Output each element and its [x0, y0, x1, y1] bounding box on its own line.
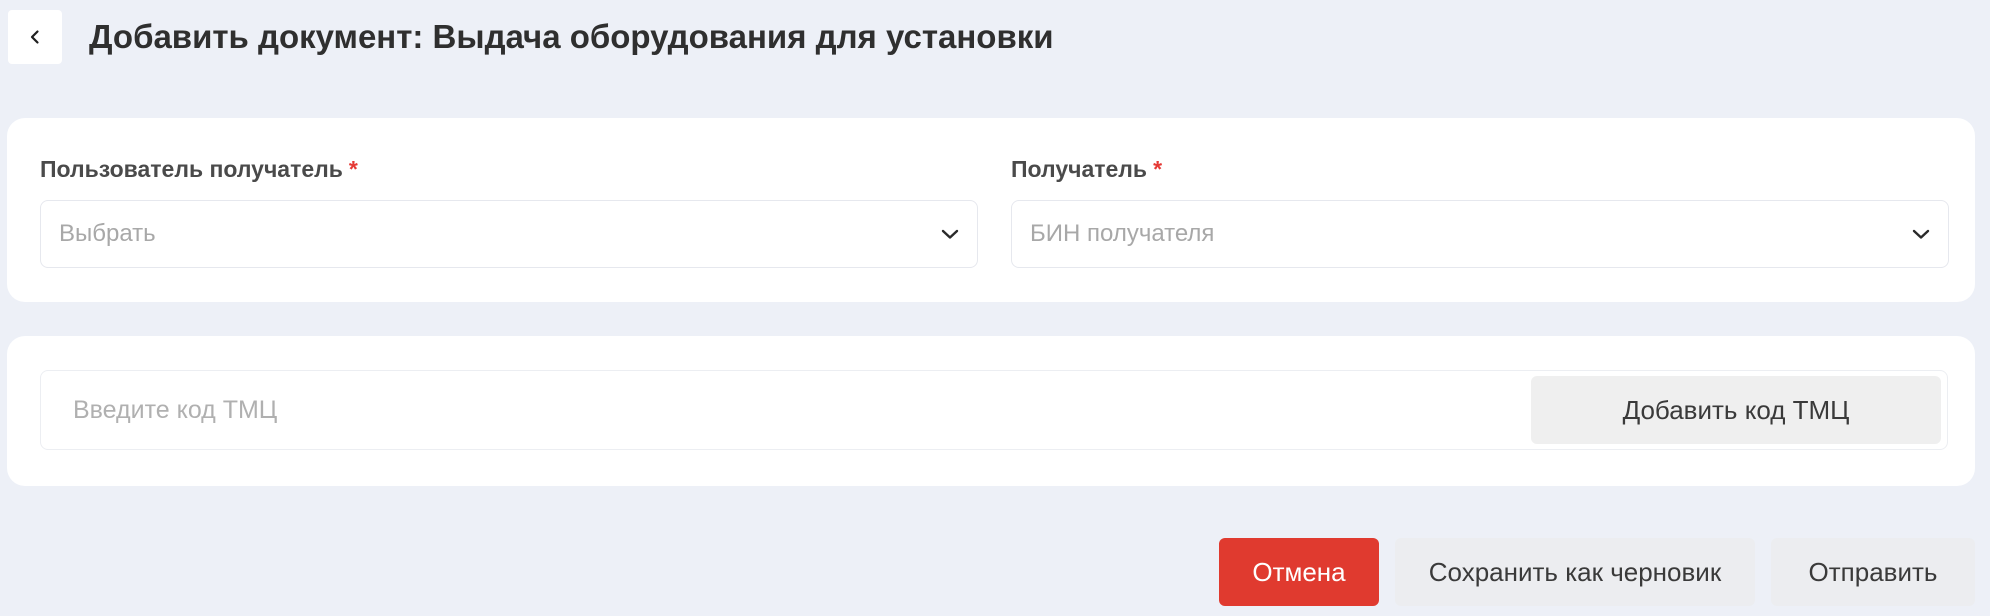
recipient-label-text: Получатель [1011, 156, 1148, 182]
page-title: Добавить документ: Выдача оборудования д… [89, 18, 1054, 55]
add-tmc-code-button[interactable]: Добавить код ТМЦ [1531, 376, 1941, 444]
form-actions: Отмена Сохранить как черновик Отправить [1219, 538, 1975, 606]
chevron-down-icon [1910, 223, 1932, 245]
user-recipient-label-text: Пользователь получатель [40, 156, 343, 182]
recipient-bin-placeholder: БИН получателя [1030, 220, 1215, 247]
chevron-left-icon [30, 30, 39, 44]
cancel-button[interactable]: Отмена [1219, 538, 1379, 606]
send-button[interactable]: Отправить [1771, 538, 1975, 606]
tmc-card: Добавить код ТМЦ [7, 336, 1975, 486]
recipient-label: Получатель * [1011, 154, 1949, 184]
back-button[interactable] [8, 10, 62, 64]
recipient-field: Получатель * БИН получателя [1011, 154, 1949, 268]
save-draft-button[interactable]: Сохранить как черновик [1395, 538, 1755, 606]
page-header: Добавить документ: Выдача оборудования д… [8, 10, 1054, 64]
recipient-bin-select[interactable]: БИН получателя [1011, 200, 1949, 268]
user-recipient-select[interactable]: Выбрать [40, 200, 978, 268]
tmc-code-input[interactable] [41, 380, 1531, 440]
tmc-input-row: Добавить код ТМЦ [40, 370, 1948, 450]
chevron-down-icon [939, 223, 961, 245]
required-mark: * [1153, 156, 1163, 182]
user-recipient-placeholder: Выбрать [59, 220, 156, 247]
user-recipient-field: Пользователь получатель * Выбрать [40, 154, 978, 268]
recipients-card: Пользователь получатель * Выбрать Получат… [7, 118, 1975, 302]
required-mark: * [348, 156, 358, 182]
user-recipient-label: Пользователь получатель * [40, 154, 978, 184]
